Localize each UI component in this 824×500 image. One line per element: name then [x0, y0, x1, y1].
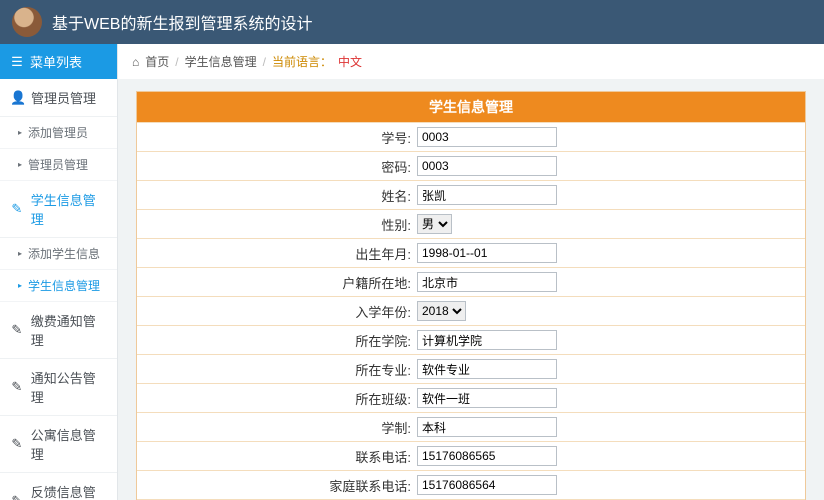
- breadcrumb: ⌂ 首页 / 学生信息管理 / 当前语言： 中文: [118, 44, 824, 79]
- user-icon: 👤: [10, 90, 24, 106]
- sidebar-item-label: 反馈信息管理: [31, 482, 107, 500]
- sidebar-item-label: 通知公告管理: [31, 368, 107, 406]
- edit-icon: ✎: [10, 379, 24, 395]
- sidebar-sub-add-admin[interactable]: ▸ 添加管理员: [0, 117, 117, 149]
- label-enroll-year: 入学年份:: [137, 302, 417, 321]
- caret-icon: ▸: [18, 129, 22, 137]
- edit-icon: ✎: [10, 493, 24, 500]
- caret-icon: ▸: [18, 161, 22, 169]
- sidebar-item-notice[interactable]: ✎ 通知公告管理: [0, 359, 117, 416]
- edit-icon: ✎: [10, 436, 24, 452]
- crumb-home[interactable]: 首页: [145, 53, 169, 70]
- sidebar-sub-manage-admin[interactable]: ▸ 管理员管理: [0, 149, 117, 181]
- sidebar-item-fee[interactable]: ✎ 缴费通知管理: [0, 302, 117, 359]
- sidebar-item-admin[interactable]: 👤 管理员管理: [0, 79, 117, 117]
- label-edu: 学制:: [137, 418, 417, 437]
- crumb-sep: /: [263, 55, 266, 69]
- label-college: 所在学院:: [137, 331, 417, 350]
- home-icon: ⌂: [132, 55, 139, 69]
- select-gender[interactable]: 男: [417, 214, 452, 234]
- input-password[interactable]: [417, 156, 557, 176]
- sidebar-sub-add-student[interactable]: ▸ 添加学生信息: [0, 238, 117, 270]
- input-name[interactable]: [417, 185, 557, 205]
- input-hukou[interactable]: [417, 272, 557, 292]
- sidebar-item-label: 管理员管理: [31, 88, 96, 107]
- sidebar-sub-label: 添加学生信息: [28, 245, 100, 262]
- caret-icon: ▸: [18, 282, 22, 290]
- input-student-id[interactable]: [417, 127, 557, 147]
- sidebar-header: ☰ 菜单列表: [0, 44, 117, 79]
- label-password: 密码:: [137, 157, 417, 176]
- app-header: 基于WEB的新生报到管理系统的设计: [0, 0, 824, 44]
- sidebar-item-label: 学生信息管理: [31, 190, 107, 228]
- sidebar-header-label: 菜单列表: [30, 52, 82, 71]
- crumb-section[interactable]: 学生信息管理: [185, 53, 257, 70]
- label-birth: 出生年月:: [137, 244, 417, 263]
- app-title: 基于WEB的新生报到管理系统的设计: [52, 10, 312, 34]
- edit-icon: ✎: [10, 322, 24, 338]
- panel-title: 学生信息管理: [137, 92, 805, 122]
- avatar: [12, 7, 42, 37]
- label-name: 姓名:: [137, 186, 417, 205]
- label-hukou: 户籍所在地:: [137, 273, 417, 292]
- edit-icon: ✎: [10, 201, 24, 217]
- label-gender: 性别:: [137, 215, 417, 234]
- select-enroll-year[interactable]: 2018: [417, 301, 466, 321]
- input-home-phone[interactable]: [417, 475, 557, 495]
- sidebar-sub-label: 管理员管理: [28, 156, 88, 173]
- label-phone: 联系电话:: [137, 447, 417, 466]
- sidebar-item-label: 缴费通知管理: [31, 311, 107, 349]
- sidebar-item-feedback[interactable]: ✎ 反馈信息管理: [0, 473, 117, 500]
- input-major[interactable]: [417, 359, 557, 379]
- sidebar-item-student[interactable]: ✎ 学生信息管理: [0, 181, 117, 238]
- label-student-id: 学号:: [137, 128, 417, 147]
- main-content: ⌂ 首页 / 学生信息管理 / 当前语言： 中文 学生信息管理 学号: 密码: …: [118, 44, 824, 500]
- label-major: 所在专业:: [137, 360, 417, 379]
- sidebar-sub-manage-student[interactable]: ▸ 学生信息管理: [0, 270, 117, 302]
- sidebar: ☰ 菜单列表 👤 管理员管理 ▸ 添加管理员 ▸ 管理员管理 ✎ 学生信息管理 …: [0, 44, 118, 500]
- sidebar-item-dorm[interactable]: ✎ 公寓信息管理: [0, 416, 117, 473]
- caret-icon: ▸: [18, 250, 22, 258]
- label-class: 所在班级:: [137, 389, 417, 408]
- crumb-lang-label: 当前语言：: [272, 53, 332, 70]
- sidebar-sub-label: 添加管理员: [28, 124, 88, 141]
- crumb-sep: /: [175, 55, 178, 69]
- label-home-phone: 家庭联系电话:: [137, 476, 417, 495]
- form-panel: 学生信息管理 学号: 密码: 姓名: 性别:男 出生年月: 户籍所在地: 入学年…: [136, 91, 806, 500]
- input-phone[interactable]: [417, 446, 557, 466]
- input-birth[interactable]: [417, 243, 557, 263]
- menu-icon: ☰: [10, 54, 24, 70]
- input-edu[interactable]: [417, 417, 557, 437]
- input-college[interactable]: [417, 330, 557, 350]
- sidebar-item-label: 公寓信息管理: [31, 425, 107, 463]
- input-class[interactable]: [417, 388, 557, 408]
- crumb-lang-value[interactable]: 中文: [338, 53, 362, 70]
- sidebar-sub-label: 学生信息管理: [28, 277, 100, 294]
